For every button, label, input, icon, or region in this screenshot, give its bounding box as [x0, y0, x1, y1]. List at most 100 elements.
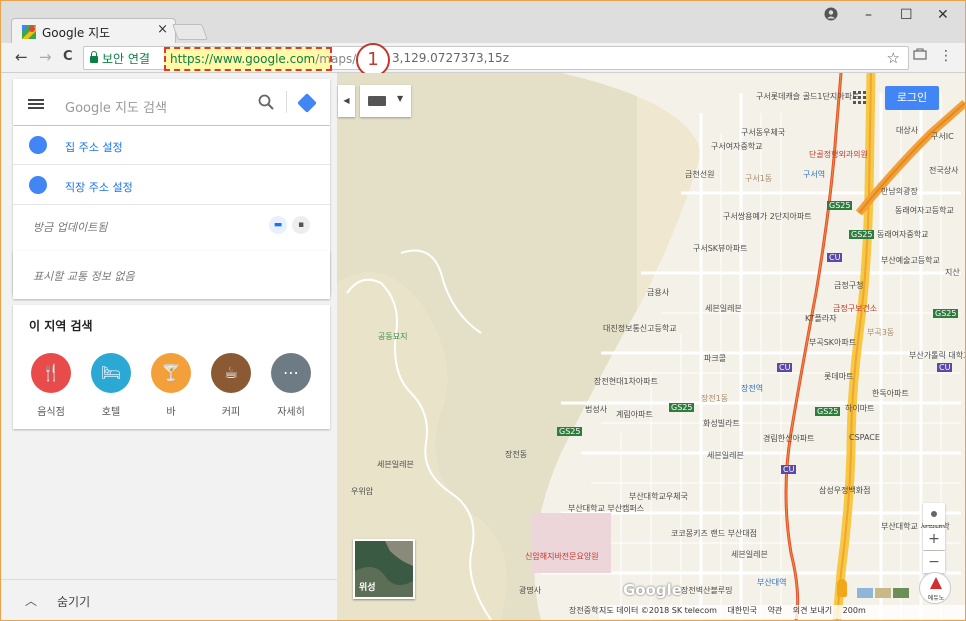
store-badge[interactable]: GS25 — [849, 230, 875, 239]
close-window-button[interactable]: ✕ — [937, 7, 949, 23]
map-label[interactable]: 금정구청 — [834, 280, 863, 291]
map-label[interactable]: 세븐일레븐 — [377, 459, 414, 470]
map-label[interactable]: 구서롯데캐슬 골드1단지아파트 — [756, 91, 859, 102]
set-work-link[interactable]: 직장 주소 설정 — [65, 179, 133, 195]
map-label[interactable]: 지산 — [945, 267, 960, 278]
map-label[interactable]: 경림한신아파트 — [763, 433, 815, 444]
apps-grid-icon[interactable] — [853, 91, 867, 105]
secure-indicator[interactable]: 보안 연결 — [90, 50, 150, 67]
menu-icon[interactable] — [28, 99, 44, 109]
map-label[interactable]: 장전역 — [741, 383, 763, 394]
terms-link[interactable]: 약관 — [768, 606, 783, 615]
map-label[interactable]: 구서SK뷰아파트 — [693, 243, 747, 254]
map-label[interactable]: 구서쌍용예가 2단지아파트 — [723, 211, 812, 222]
country-link[interactable]: 대한민국 — [728, 606, 757, 615]
my-location-button[interactable] — [923, 503, 945, 525]
map-label[interactable]: 단골정형외과의원 — [809, 149, 868, 160]
feedback-link[interactable]: 의견 보내기 — [793, 606, 832, 615]
map-label[interactable]: 금천선원 — [685, 169, 714, 180]
directions-icon[interactable] — [297, 93, 317, 113]
back-button[interactable]: ← — [15, 48, 28, 66]
store-badge[interactable]: GS25 — [557, 427, 583, 436]
new-tab-button[interactable] — [172, 24, 208, 40]
store-badge[interactable]: CU — [777, 363, 793, 372]
map-label[interactable]: 파크콜 — [704, 353, 726, 364]
map-label[interactable]: 화성빌라트 — [703, 418, 740, 429]
map-label[interactable]: 부산대학교우체국 — [629, 491, 688, 502]
map-label[interactable]: 동래여자중학교 — [877, 229, 929, 240]
minimize-button[interactable]: – — [865, 7, 872, 23]
map-label[interactable]: 부산대역 — [757, 577, 786, 588]
layer-thumbnails[interactable] — [857, 583, 913, 598]
search-input[interactable]: Google 지도 검색 — [65, 97, 167, 116]
reload-button[interactable]: C — [63, 49, 73, 64]
input-tools-button[interactable]: ▼ — [360, 85, 411, 117]
more-button[interactable]: ⋯ — [271, 353, 311, 393]
map-label[interactable]: 부산가톨릭 대학교 지산캠퍼스 — [909, 350, 965, 361]
login-button[interactable]: 로그인 — [885, 86, 939, 110]
map-label[interactable]: 세븐일레븐 — [731, 549, 768, 560]
map-label[interactable]: 구서동우체국 — [741, 127, 785, 138]
store-badge[interactable]: CU — [827, 253, 843, 262]
store-badge[interactable]: CU — [937, 363, 953, 372]
map-label[interactable]: 장전동 — [505, 449, 527, 460]
search-icon[interactable] — [258, 94, 274, 114]
map-label[interactable]: 장전벽산블루밍 — [681, 585, 733, 596]
store-badge[interactable]: GS25 — [827, 201, 853, 210]
map-label[interactable]: 부산대학교 부산캠퍼스 — [568, 503, 644, 514]
map-label[interactable]: 구서1동 — [745, 173, 772, 184]
map-label[interactable]: 구서여자중학교 — [711, 141, 763, 152]
map-label[interactable]: 대상사 — [896, 125, 918, 136]
car-mode-icon[interactable]: ▬ — [269, 216, 287, 234]
hotel-button[interactable]: 🛏 — [91, 353, 131, 393]
browser-menu-icon[interactable]: ⋮ — [939, 48, 953, 64]
store-badge[interactable]: GS25 — [815, 407, 841, 416]
map-label[interactable]: 장전현대1차아파트 — [594, 376, 658, 387]
map-label[interactable]: 구서IC — [931, 131, 954, 142]
hide-panel-bar[interactable]: ︿ 숨기기 — [1, 579, 337, 620]
map-label[interactable]: 동래여자고등학교 — [895, 205, 954, 216]
street-view-pegman-icon[interactable] — [837, 579, 847, 597]
map-label[interactable]: 금용사 — [647, 287, 669, 298]
map-label[interactable]: CSPACE — [849, 433, 880, 442]
bar-button[interactable]: 🍸 — [151, 353, 191, 393]
map-label[interactable]: 대진정보통신고등학교 — [603, 323, 677, 334]
map-label[interactable]: 전국상사 — [929, 165, 958, 176]
map-label[interactable]: 금정구보건소 — [833, 303, 877, 314]
map-label[interactable]: KT플라자 — [805, 313, 837, 324]
map-label[interactable]: 장전1동 — [701, 393, 728, 404]
restaurant-button[interactable]: 🍴 — [31, 353, 71, 393]
store-badge[interactable]: GS25 — [933, 309, 959, 318]
zoom-in-button[interactable]: + — [923, 528, 945, 550]
bookmark-star-icon[interactable]: ☆ — [887, 49, 900, 67]
map-label[interactable]: 신암해지바전문요양원 — [525, 551, 599, 562]
store-badge[interactable]: GS25 — [669, 403, 695, 412]
map-label[interactable]: 구서역 — [803, 169, 825, 180]
map-label[interactable]: 계림아파트 — [616, 409, 653, 420]
store-badge[interactable]: CU — [781, 465, 797, 474]
scale-label[interactable]: 200m — [843, 606, 866, 615]
map-label[interactable]: 공동묘지 — [378, 331, 407, 342]
zoom-out-button[interactable]: − — [923, 551, 945, 573]
set-home-link[interactable]: 집 주소 설정 — [65, 139, 123, 155]
chevron-down-icon[interactable]: ▼ — [397, 94, 403, 103]
map-label[interactable]: 코코몽키즈 랜드 부산대점 — [671, 528, 757, 539]
map-label[interactable]: 한독아파트 — [872, 388, 909, 399]
map-label[interactable]: 부산예술고등학교 — [881, 255, 940, 266]
address-bar[interactable]: 보안 연결 https://www.google.com/maps/ 3,129… — [83, 46, 909, 71]
map-label[interactable]: 부곡3동 — [867, 327, 894, 338]
restore-button[interactable]: ☐ — [900, 7, 913, 23]
map-label[interactable]: 우위암 — [351, 486, 373, 497]
map-label[interactable]: 법성사 — [585, 404, 607, 415]
map-label[interactable]: 만남의광장 — [881, 186, 918, 197]
map-label[interactable]: 세븐일레븐 — [707, 450, 744, 461]
tab-close-icon[interactable]: × — [157, 22, 168, 37]
map-label[interactable]: 세븐일레븐 — [705, 303, 742, 314]
collapse-panel-button[interactable]: ◀ — [338, 85, 355, 117]
extension-icon[interactable] — [913, 48, 927, 64]
browser-tab[interactable]: Google 지도 × — [11, 18, 176, 44]
map-label[interactable]: 부곡SK아파트 — [809, 337, 856, 348]
map-label[interactable]: 하이마트 — [845, 403, 874, 414]
map-label[interactable]: 삼성우정백화점 — [819, 485, 871, 496]
coffee-button[interactable]: ☕ — [211, 353, 251, 393]
